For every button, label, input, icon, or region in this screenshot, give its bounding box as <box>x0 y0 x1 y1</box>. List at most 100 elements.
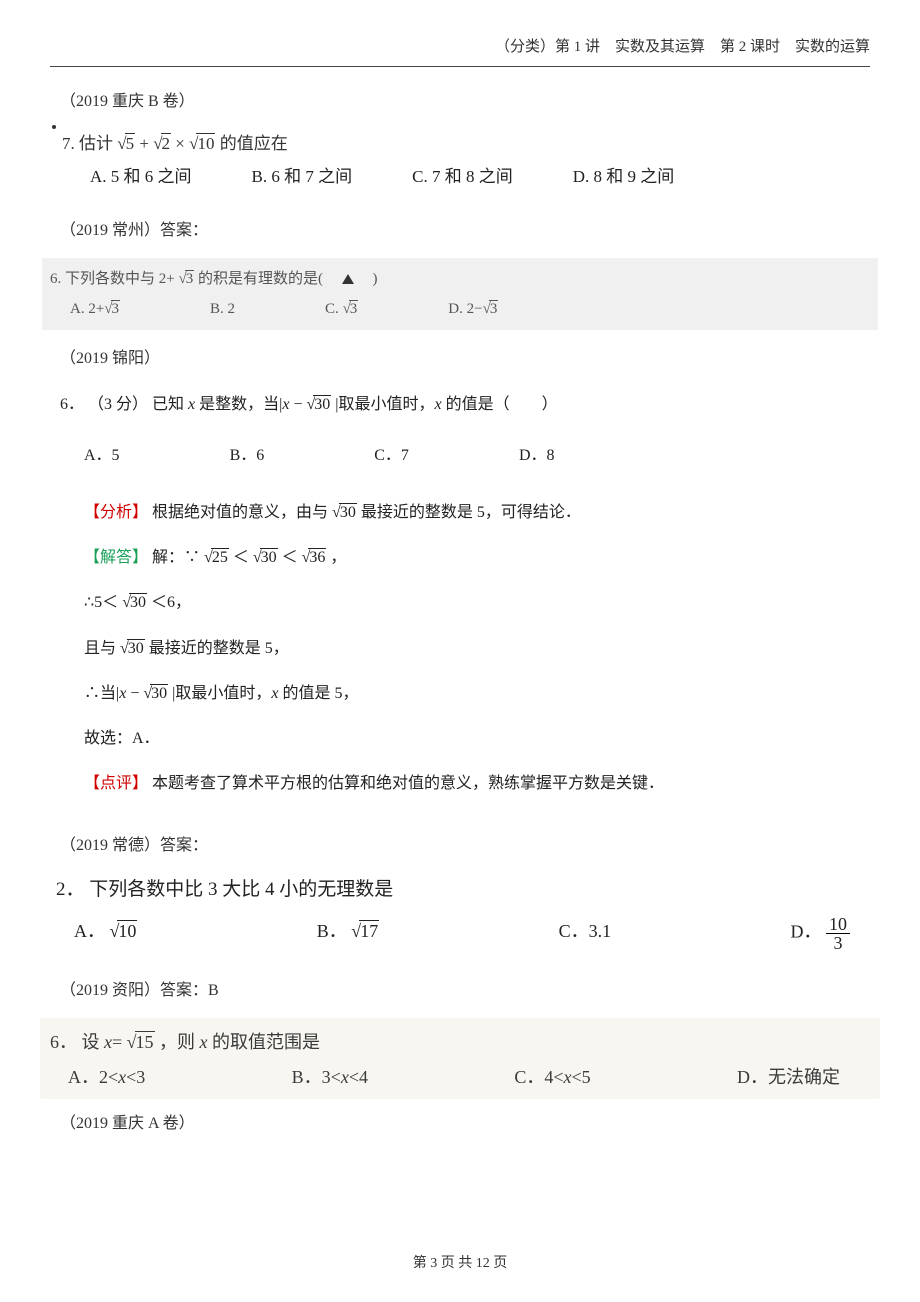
q6jy-option-d: D．8 <box>519 437 555 475</box>
q6jy-points: （3 分） <box>88 396 148 413</box>
fenxi-label: 【分析】 <box>84 504 148 521</box>
line4-b: |取最小值时，x 的值是 5， <box>172 685 358 702</box>
analysis-jieda-line1: 【解答】 解：∵ 25 ＜ 30 ＜ 36 ， <box>84 540 870 575</box>
q6jy-sqrt30: 30 <box>313 395 331 413</box>
sqrt-icon: 30 <box>253 540 278 575</box>
q7-option-a: A. 5 和 6 之间 <box>90 162 192 193</box>
q6zy-option-d: D．无法确定 <box>737 1061 840 1093</box>
times-symbol: × <box>175 134 185 153</box>
q6cz-stem: 6. 下列各数中与 2+ 3 的积是有理数的是( ) <box>50 264 870 294</box>
jieda-prefix: 解：∵ <box>152 549 200 566</box>
analysis-jieda-line4: ∴当|x − 30 |取最小值时，x 的值是 5， <box>84 676 870 711</box>
q6zy-options: A．2<x<3 B．3<x<4 C．4<x<5 D．无法确定 <box>68 1061 840 1093</box>
q6cz-stem-a: 下列各数中与 2+ <box>65 271 175 287</box>
q7-number: 7. <box>62 134 75 153</box>
sqrt-icon: 10 <box>110 915 138 947</box>
q6zy-option-b: B．3<x<4 <box>292 1061 368 1093</box>
q7-sqrt2: 2 <box>161 133 172 153</box>
q6zy-number: 6． <box>50 1032 77 1052</box>
sqrt-icon: 5 <box>117 129 135 160</box>
q6zy-option-a: A．2<x<3 <box>68 1061 145 1093</box>
q6cz-stem-c: ) <box>357 271 377 287</box>
header-divider <box>50 66 870 67</box>
sqrt-icon: 30 <box>307 386 332 424</box>
q7-stem-suffix: 的值应在 <box>220 134 288 153</box>
q7-option-c: C. 7 和 8 之间 <box>412 162 513 193</box>
q6zy-stem-b: ，则 x 的取值范围是 <box>159 1032 320 1052</box>
header-category: （分类）第 1 讲 <box>495 39 600 55</box>
fenxi-text-b: 最接近的整数是 5，可得结论． <box>361 504 581 521</box>
header-topic: 实数及其运算 <box>615 39 705 55</box>
q7-stem-prefix: 估计 <box>79 134 113 153</box>
plus-symbol: + <box>139 134 149 153</box>
sqrt-icon: 36 <box>302 540 327 575</box>
q6jy-stem-a: 已知 x 是整数，当|x − <box>152 396 306 413</box>
q6cz-number: 6. <box>50 271 61 287</box>
question-6-changzhou: 6. 下列各数中与 2+ 3 的积是有理数的是( ) A. 2+3 B. 2 C… <box>42 258 878 330</box>
q7-sqrt5: 5 <box>125 133 136 153</box>
q6cz-sqrt3: 3 <box>185 270 195 287</box>
q6jy-option-c: C．7 <box>374 437 409 475</box>
page-footer: 第 3 页 共 12 页 <box>0 1252 920 1272</box>
sqrt-icon: 30 <box>122 585 147 620</box>
q6zy-stem-a: 设 x= <box>82 1032 123 1052</box>
q6jy-analysis: 【分析】 根据绝对值的意义，由与 30 最接近的整数是 5，可得结论． 【解答】… <box>84 495 870 801</box>
header-subtopic: 实数的运算 <box>795 39 870 55</box>
line2-a: ∴5＜ <box>84 594 118 611</box>
less-symbol: ＜ <box>233 549 249 566</box>
q6jy-option-b: B．6 <box>230 437 265 475</box>
q2cd-options: A． 10 B． 17 C．3.1 D． 10 3 <box>74 915 850 952</box>
q6jy-number: 6． <box>60 396 84 413</box>
q6jy-option-a: A．5 <box>84 437 120 475</box>
q6cz-stem-b: 的积是有理数的是( <box>198 271 338 287</box>
sqrt-icon: 30 <box>332 495 357 530</box>
sqrt-icon: 3 <box>178 264 194 294</box>
bullet-dot-icon <box>52 125 56 129</box>
q6jy-options: A．5 B．6 C．7 D．8 <box>84 437 870 475</box>
q7-options: A. 5 和 6 之间 B. 6 和 7 之间 C. 7 和 8 之间 D. 8… <box>90 162 870 193</box>
question-6-ziyang: 6． 设 x= 15 ，则 x 的取值范围是 A．2<x<3 B．3<x<4 C… <box>40 1018 880 1099</box>
q6zy-option-c: C．4<x<5 <box>514 1061 590 1093</box>
q7-option-d: D. 8 和 9 之间 <box>573 162 675 193</box>
q2cd-number: 2． <box>56 879 85 900</box>
q6cz-option-a: A. 2+3 <box>70 294 120 324</box>
sqrt-icon: 15 <box>127 1026 155 1058</box>
q6zy-stem: 6． 设 x= 15 ，则 x 的取值范围是 <box>50 1026 870 1058</box>
q6cz-option-c: C. 3 <box>325 294 358 324</box>
analysis-jieda-line2: ∴5＜ 30 ＜6， <box>84 585 870 620</box>
analysis-conclusion: 故选：A． <box>84 721 870 756</box>
q7-sqrt10: 10 <box>196 133 215 153</box>
less-symbol: ＜ <box>282 549 298 566</box>
source-label-changde: （2019 常德）答案： <box>60 831 870 855</box>
q6zy-sqrt15: 15 <box>135 1031 155 1052</box>
source-label-ziyang: （2019 资阳）答案：B <box>60 976 870 1000</box>
sqrt-icon: 2 <box>153 129 171 160</box>
q2cd-stemtext: 下列各数中比 3 大比 4 小的无理数是 <box>89 879 393 900</box>
page-header: （分类）第 1 讲 实数及其运算 第 2 课时 实数的运算 <box>495 35 870 56</box>
q2cd-stem: 2． 下列各数中比 3 大比 4 小的无理数是 <box>56 873 870 907</box>
analysis-dianping: 【点评】 本题考查了算术平方根的估算和绝对值的意义，熟练掌握平方数是关键． <box>84 766 870 801</box>
sqrt-icon: 30 <box>120 631 145 666</box>
sqrt-icon: 10 <box>189 129 215 160</box>
line4-a: ∴当|x − <box>84 685 143 702</box>
q2cd-option-a: A． 10 <box>74 915 137 952</box>
q2cd-option-c: C．3.1 <box>559 915 612 952</box>
sqrt-icon: 3 <box>483 294 499 324</box>
q7-stem: 7. 估计 5 + 2 × 10 的值应在 <box>62 129 870 160</box>
source-label-chongqing-a: （2019 重庆 A 卷） <box>60 1109 870 1133</box>
q6cz-option-d: D. 2−3 <box>448 294 498 324</box>
sqrt-icon: 30 <box>143 676 168 711</box>
header-lesson: 第 2 课时 <box>720 39 780 55</box>
source-label-changzhou: （2019 常州）答案： <box>60 216 870 240</box>
q6jy-stem-b: |取最小值时，x 的值是（ ） <box>335 396 557 413</box>
q6jy-stem: 6． （3 分） 已知 x 是整数，当|x − 30 |取最小值时，x 的值是（… <box>60 386 870 424</box>
line3-a: 且与 <box>84 640 116 657</box>
line2-b: ＜6， <box>151 594 191 611</box>
analysis-fenxi: 【分析】 根据绝对值的意义，由与 30 最接近的整数是 5，可得结论． <box>84 495 870 530</box>
sqrt-icon: 3 <box>104 294 120 324</box>
sqrt-icon: 3 <box>343 294 359 324</box>
q7-option-b: B. 6 和 7 之间 <box>252 162 353 193</box>
line3-b: 最接近的整数是 5， <box>149 640 289 657</box>
question-2-changde: 2． 下列各数中比 3 大比 4 小的无理数是 A． 10 B． 17 C．3.… <box>56 873 870 952</box>
dianping-text: 本题考查了算术平方根的估算和绝对值的意义，熟练掌握平方数是关键． <box>152 775 664 792</box>
